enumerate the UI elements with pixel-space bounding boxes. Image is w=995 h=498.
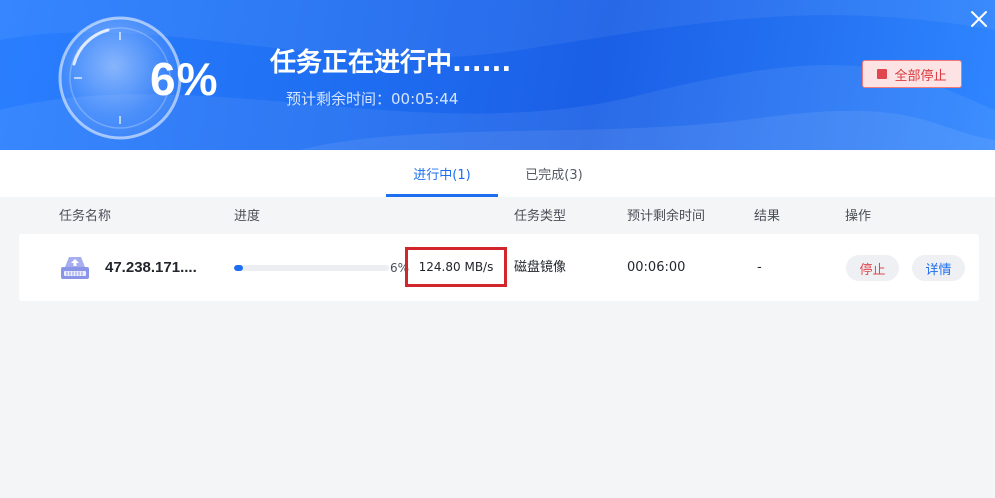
task-remaining-time: 00:06:00 bbox=[627, 260, 686, 275]
table-row: 47.238.171.... 6% 124.80 MB/s 磁盘镜像 00:06… bbox=[19, 234, 979, 301]
task-name: 47.238.171.... bbox=[105, 259, 197, 276]
column-header-actions: 操作 bbox=[845, 209, 872, 224]
stop-all-label: 全部停止 bbox=[894, 68, 947, 84]
stop-button[interactable]: 停止 bbox=[846, 255, 899, 281]
tab-completed[interactable]: 已完成(3) bbox=[498, 150, 610, 197]
stop-square-icon bbox=[877, 69, 888, 79]
overall-percent: 6% bbox=[150, 53, 219, 105]
task-result: - bbox=[757, 260, 762, 275]
column-header-progress: 进度 bbox=[234, 209, 261, 224]
column-header-remaining: 预计剩余时间 bbox=[627, 209, 706, 224]
column-header-type: 任务类型 bbox=[514, 209, 567, 224]
close-icon[interactable] bbox=[968, 8, 990, 30]
task-progress-window: 6% 任务正在进行中...... 预计剩余时间：00:05:44 全部停止 进行… bbox=[0, 0, 995, 498]
details-button[interactable]: 详情 bbox=[912, 255, 965, 281]
task-progress-bar bbox=[234, 265, 389, 271]
task-type: 磁盘镜像 bbox=[514, 260, 567, 275]
progress-banner: 6% 任务正在进行中...... 预计剩余时间：00:05:44 全部停止 bbox=[0, 0, 995, 150]
status-title: 任务正在进行中...... bbox=[270, 48, 512, 78]
column-header-result: 结果 bbox=[754, 209, 781, 224]
task-progress-fill bbox=[234, 265, 244, 271]
stop-all-button[interactable]: 全部停止 bbox=[862, 60, 962, 88]
eta-text: 预计剩余时间：00:05:44 bbox=[286, 90, 459, 108]
transfer-speed: 124.80 MB/s bbox=[405, 247, 507, 287]
disk-upload-icon bbox=[61, 257, 89, 279]
column-header-name: 任务名称 bbox=[59, 209, 112, 224]
tab-in-progress[interactable]: 进行中(1) bbox=[386, 150, 498, 197]
tab-bar: 进行中(1) 已完成(3) bbox=[0, 150, 995, 197]
